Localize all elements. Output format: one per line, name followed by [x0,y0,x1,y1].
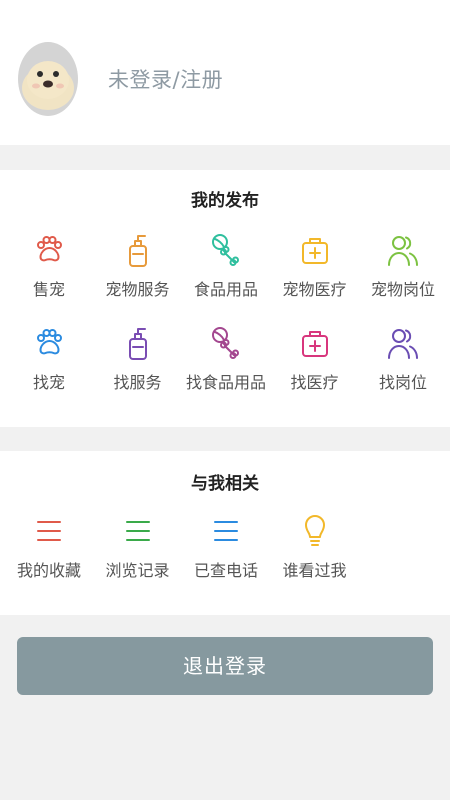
grid-item-label: 找食品用品 [185,373,266,392]
bone-ball-icon [181,232,271,268]
grid-item-label: 售宠 [32,280,65,299]
grid-item-label: 宠物医疗 [282,280,347,299]
list-icon [4,513,94,549]
grid-item-label: 已查电话 [193,561,258,580]
section-title-my-publish: 我的发布 [191,191,259,211]
grid-item[interactable]: 找医疗 [270,325,360,405]
grid-item-label: 找医疗 [290,373,339,392]
lightbulb-icon [270,513,360,549]
pump-bottle-icon [93,325,183,361]
avatar[interactable] [18,42,78,116]
pump-bottle-icon [93,232,183,268]
medical-kit-icon [270,232,360,268]
grid-item-label: 我的收藏 [16,561,81,580]
section-title-related: 与我相关 [191,474,259,494]
login-register-link[interactable]: 未登录/注册 [108,64,223,94]
grid-item[interactable]: 售宠 [4,232,94,312]
medical-kit-icon [270,325,360,361]
grid-item-label: 宠物服务 [105,280,170,299]
grid-item-label: 找宠 [32,373,65,392]
grid-item-label: 找岗位 [378,373,427,392]
grid-item-label: 浏览记录 [105,561,170,580]
seal-avatar-icon [22,61,74,110]
grid-item[interactable]: 找服务 [93,325,183,405]
grid-item[interactable]: 浏览记录 [93,513,183,593]
people-icon [358,325,448,361]
logout-button[interactable]: 退出登录 [17,637,433,695]
grid-item[interactable]: 我的收藏 [4,513,94,593]
profile-header: 未登录/注册 [0,0,450,145]
grid-item[interactable]: 宠物医疗 [270,232,360,312]
paw-icon [4,325,94,361]
grid-item[interactable]: 宠物岗位 [358,232,448,312]
grid-item[interactable]: 谁看过我 [270,513,360,593]
grid-item[interactable]: 已查电话 [181,513,271,593]
grid-item[interactable]: 找宠 [4,325,94,405]
grid-item-label: 找服务 [113,373,162,392]
grid-item[interactable]: 食品用品 [181,232,271,312]
grid-item[interactable]: 宠物服务 [93,232,183,312]
list-icon [181,513,271,549]
grid-item-label: 谁看过我 [282,561,347,580]
grid-item-label: 食品用品 [193,280,258,299]
paw-icon [4,232,94,268]
my-publish-section: 我的发布 售宠 宠物服务 食品用品 宠物医疗 宠物岗位找宠 找服务 找食品用品 找医疗 找岗位 [0,170,450,427]
grid-item[interactable]: 找食品用品 [181,325,271,405]
bone-ball-icon [181,325,271,361]
list-icon [93,513,183,549]
people-icon [358,232,448,268]
related-to-me-section: 与我相关 我的收藏 浏览记录 已查电话 谁看过我 [0,451,450,615]
grid-item-label: 宠物岗位 [370,280,435,299]
grid-item[interactable]: 找岗位 [358,325,448,405]
